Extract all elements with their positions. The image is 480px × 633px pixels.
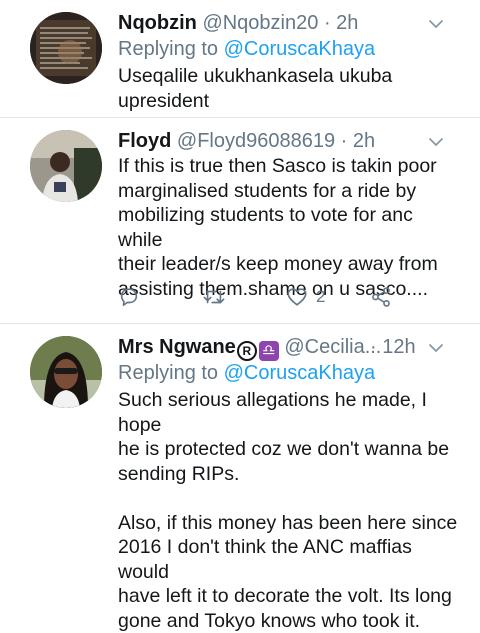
replying-to: Replying to @CoruscaKhaya: [118, 36, 375, 62]
tweet-text: Such serious allegations he made, I hope…: [118, 389, 458, 632]
tweet-header: Floyd @Floyd96088619 · 2h: [118, 126, 375, 156]
avatar[interactable]: [30, 130, 102, 202]
tweet-text: If this is true then Sasco is takin poor…: [118, 155, 438, 300]
replying-to-prefix: Replying to: [118, 362, 224, 384]
tweet-text: Useqalile ukukhankasela ukuba upresident: [118, 65, 393, 112]
tweet-header: Nqobzin @Nqobzin20 · 2h: [118, 8, 358, 38]
like-count: 2: [316, 287, 326, 306]
user-handle[interactable]: @Cecilia...: [284, 336, 381, 358]
timestamp[interactable]: · 2h: [324, 12, 358, 34]
replying-to: Replying to @CoruscaKhaya: [118, 360, 375, 386]
tweet-floyd[interactable]: Floyd @Floyd96088619 · 2h If this is tru…: [0, 118, 480, 324]
share-icon: [372, 287, 390, 307]
replying-to-prefix: Replying to: [118, 38, 224, 60]
timestamp[interactable]: · 2h: [341, 130, 375, 152]
chevron-down-icon[interactable]: [428, 342, 444, 354]
tweet-nqobzin[interactable]: Nqobzin @Nqobzin20 · 2h Replying to @Cor…: [0, 0, 480, 118]
avatar-image: [30, 12, 102, 84]
avatar[interactable]: [30, 336, 102, 408]
heart-icon: [287, 288, 307, 306]
like-button[interactable]: 2: [286, 282, 325, 312]
display-name[interactable]: Floyd: [118, 130, 171, 152]
retweet-icon: [203, 290, 225, 304]
tweet-mrs-ngwane[interactable]: Mrs Ngwane R ♎ @Cecilia... · 12h Replying …: [0, 324, 480, 632]
registered-badge: R: [236, 341, 257, 361]
user-handle[interactable]: @Floyd96088619: [177, 130, 335, 152]
retweet-button[interactable]: [202, 282, 226, 312]
tweet-actions: 2: [118, 282, 418, 312]
avatar-image: [30, 130, 102, 202]
user-handle[interactable]: @Nqobzin20: [202, 12, 318, 34]
display-name[interactable]: Mrs Ngwane: [118, 336, 236, 358]
avatar[interactable]: [30, 12, 102, 84]
display-name[interactable]: Nqobzin: [118, 12, 197, 34]
avatar-image: [30, 336, 102, 408]
share-button[interactable]: [370, 282, 392, 312]
timestamp[interactable]: · 12h: [370, 332, 416, 362]
replying-to-mention[interactable]: @CoruscaKhaya: [224, 362, 375, 384]
replying-to-mention[interactable]: @CoruscaKhaya: [224, 38, 375, 60]
chevron-down-icon[interactable]: [428, 18, 444, 30]
reply-icon: [120, 288, 138, 307]
reply-button[interactable]: [118, 282, 140, 312]
tweet-header: Mrs Ngwane R ♎ @Cecilia...: [118, 332, 381, 362]
chevron-down-icon[interactable]: [428, 136, 444, 148]
libra-emoji: ♎: [258, 341, 279, 361]
